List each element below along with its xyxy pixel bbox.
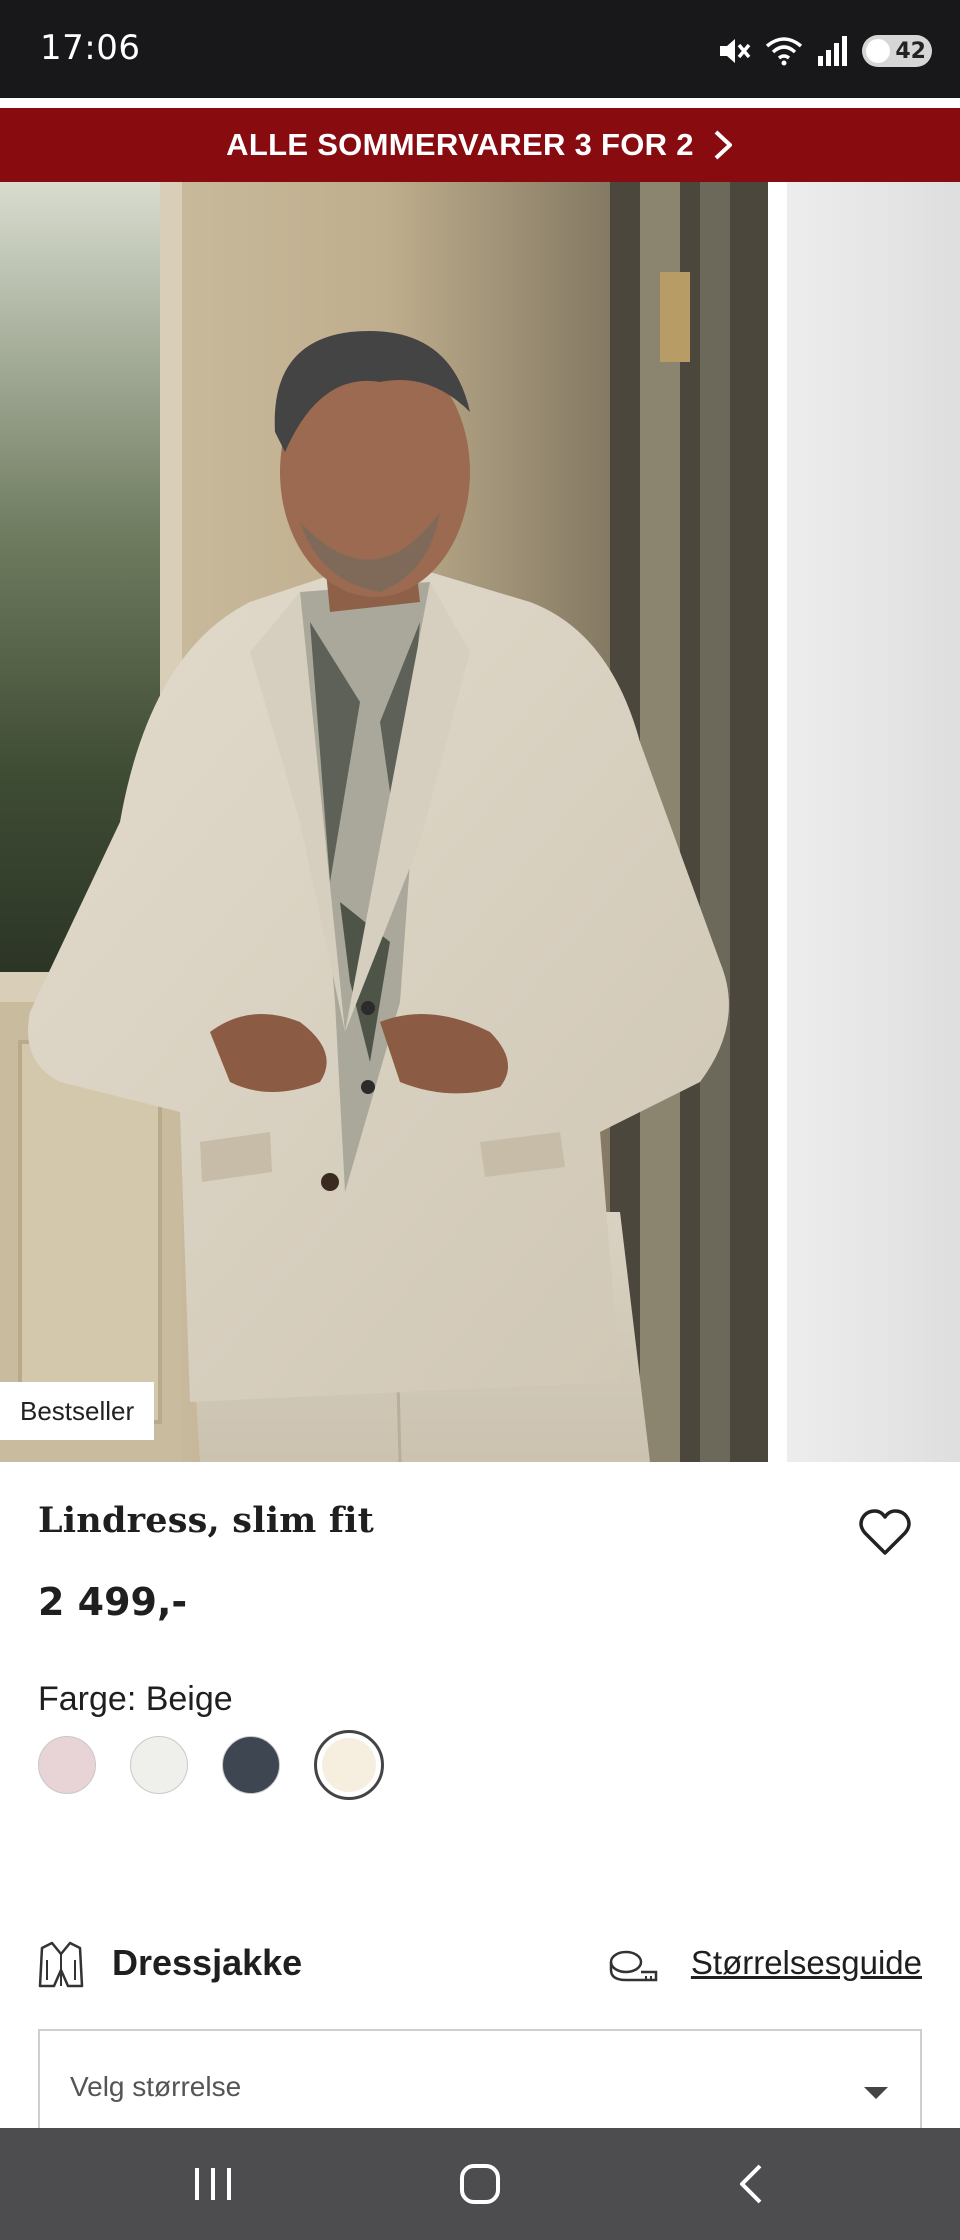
chevron-down-icon	[864, 2087, 888, 2099]
status-bar: 17:06 42	[0, 0, 960, 98]
promo-banner[interactable]: ALLE SOMMERVARER 3 FOR 2	[0, 108, 960, 182]
swatch-white[interactable]	[130, 1736, 188, 1794]
mute-icon	[720, 39, 751, 63]
back-icon	[740, 2164, 762, 2204]
heart-icon	[859, 1509, 911, 1555]
battery-level: 42	[895, 38, 926, 64]
swatch-pink[interactable]	[38, 1736, 96, 1794]
size-header: Dressjakke Størrelsesguide	[38, 1938, 922, 1992]
system-nav-bar	[0, 2128, 960, 2240]
color-label: Farge: Beige	[38, 1680, 233, 1718]
color-swatches	[38, 1730, 384, 1800]
promo-text: ALLE SOMMERVARER 3 FOR 2	[226, 127, 694, 162]
chevron-right-icon	[714, 130, 732, 160]
bestseller-badge: Bestseller	[0, 1382, 155, 1440]
recent-apps-icon	[195, 2168, 231, 2200]
swatch-beige[interactable]	[314, 1730, 384, 1800]
next-product-image[interactable]	[787, 182, 960, 1462]
measuring-tape-icon	[609, 1950, 658, 1982]
wishlist-button[interactable]	[858, 1508, 912, 1558]
divider	[0, 98, 960, 108]
product-title: Lindress, slim fit	[38, 1500, 374, 1541]
recent-apps-button[interactable]	[183, 2156, 243, 2212]
size-select-placeholder: Velg størrelse	[70, 2071, 242, 2102]
swatch-navy[interactable]	[222, 1736, 280, 1794]
wifi-icon	[765, 37, 803, 66]
size-category: Dressjakke	[112, 1942, 303, 1983]
jacket-icon	[38, 1941, 84, 1988]
leaf-icon	[866, 39, 890, 63]
home-button[interactable]	[450, 2156, 510, 2212]
battery-icon: 42	[862, 35, 932, 67]
status-icons: 42	[716, 32, 932, 70]
product-image-gallery[interactable]: Bestseller	[0, 182, 960, 1462]
size-guide-link[interactable]: Størrelsesguide	[691, 1944, 922, 1982]
back-button[interactable]	[722, 2156, 782, 2212]
product-price: 2 499,-	[38, 1580, 188, 1624]
signal-icon	[818, 36, 847, 66]
status-time: 17:06	[40, 28, 141, 68]
home-icon	[460, 2164, 500, 2204]
product-image[interactable]	[0, 182, 768, 1462]
